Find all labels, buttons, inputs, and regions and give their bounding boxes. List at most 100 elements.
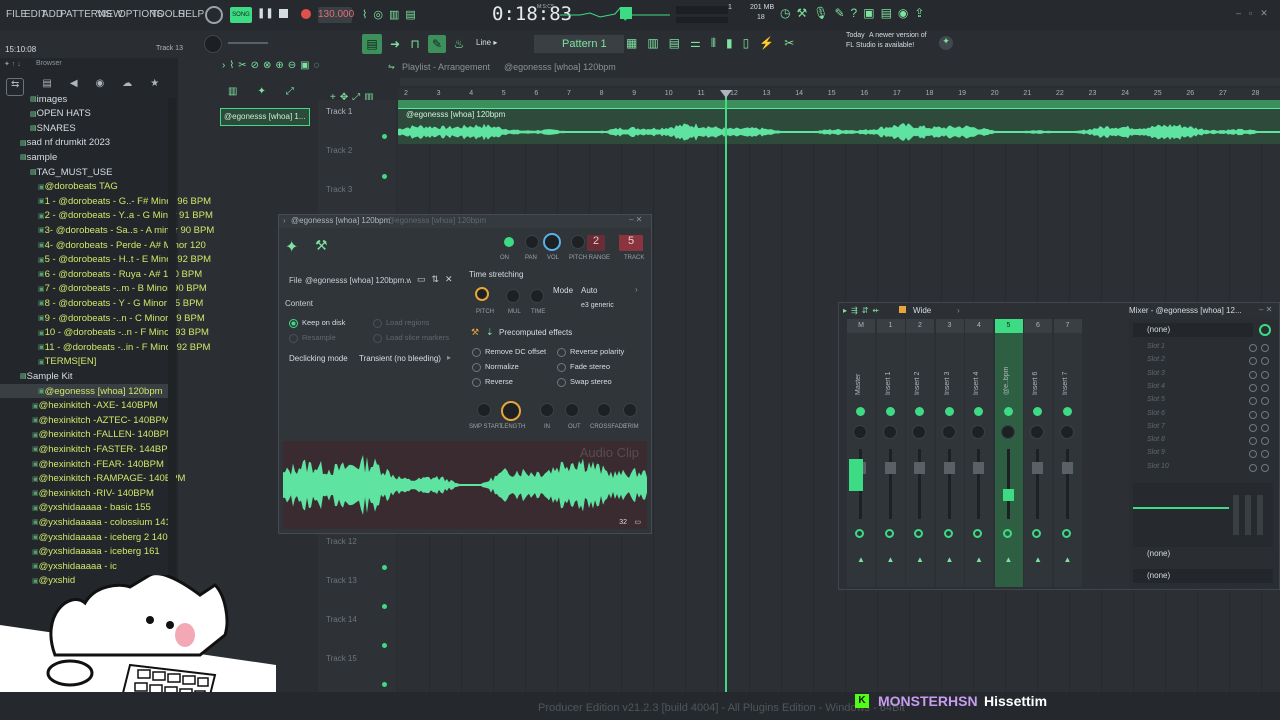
mode-arrow-icon[interactable]: › bbox=[635, 285, 638, 294]
mixer-fader[interactable] bbox=[1002, 489, 1014, 501]
slot-power-icon[interactable] bbox=[1249, 450, 1257, 459]
wrench-tab-icon[interactable]: ⚒ bbox=[315, 237, 328, 254]
arrow-icon[interactable]: ➜ bbox=[386, 35, 404, 53]
declick-select[interactable]: Transient (no bleeding) bbox=[359, 354, 441, 363]
mixer-strip-led[interactable] bbox=[915, 407, 924, 416]
slot-mix-knob-icon[interactable] bbox=[1261, 357, 1269, 366]
mixer-fx-slot[interactable]: Slot 3 bbox=[1133, 370, 1273, 382]
browser-file[interactable]: ▣ @yxshidaaaaa - iceberg 2 140 bbox=[0, 530, 168, 544]
mixer-view-icons[interactable]: ▸⇶⇵⇷ bbox=[843, 306, 883, 315]
master-volume-knob[interactable] bbox=[204, 35, 222, 53]
window-controls[interactable]: –▫✕ bbox=[1236, 8, 1276, 19]
mixer-pan-knob[interactable] bbox=[1059, 425, 1074, 439]
cpu-dial-icon[interactable] bbox=[205, 6, 223, 24]
mixer-fx-slot[interactable]: Slot 2 bbox=[1133, 356, 1273, 368]
track-2-led[interactable] bbox=[382, 174, 387, 179]
help-icon[interactable]: ? bbox=[851, 6, 858, 24]
slot-power-icon[interactable] bbox=[1249, 344, 1257, 352]
browser-file[interactable]: ▣ @hexinkitch -RAMPAGE- 140BPM bbox=[0, 472, 185, 486]
browser-file[interactable]: ▣ 1 - @dorobeats - G..- F# Minor 96 BPM bbox=[0, 194, 211, 208]
file-action-icons[interactable]: ▭⇅✕ bbox=[417, 274, 459, 285]
channel-on-led[interactable] bbox=[504, 237, 514, 247]
song-mode-toggle[interactable]: SONG bbox=[230, 7, 252, 23]
pan-knob[interactable] bbox=[525, 235, 539, 249]
chat-icon[interactable]: ◉ bbox=[898, 6, 908, 24]
master-pitch-slider[interactable] bbox=[228, 42, 268, 44]
mixer-pan-knob[interactable] bbox=[912, 425, 926, 439]
track-label-15[interactable]: Track 15 bbox=[326, 654, 357, 663]
browser-file[interactable]: ▣ @hexinkitch -AZTEC- 140BPM bbox=[0, 413, 170, 427]
mixer-fx-slot[interactable]: Slot 10 bbox=[1133, 463, 1273, 475]
record-icon[interactable] bbox=[301, 9, 311, 19]
mixer-fader[interactable] bbox=[973, 462, 984, 474]
mixer-fx-slot[interactable]: Slot 4 bbox=[1133, 383, 1273, 395]
mixer-pan-knob[interactable] bbox=[1030, 425, 1044, 439]
mixer-stereo-icon[interactable] bbox=[884, 529, 894, 538]
mixer-route-icon[interactable]: ▲ bbox=[887, 555, 895, 564]
wave-icon[interactable]: ✎ bbox=[834, 6, 844, 24]
slot-power-icon[interactable] bbox=[1249, 397, 1257, 406]
mixer-strip[interactable]: 1 Insert 1 ▲ bbox=[876, 319, 905, 587]
sampler-tab-icon[interactable]: ✦ bbox=[285, 237, 298, 257]
track-label-13[interactable]: Track 13 bbox=[326, 576, 357, 585]
slot-power-icon[interactable] bbox=[1249, 370, 1257, 379]
mixer-stereo-icon[interactable] bbox=[855, 529, 864, 538]
mixer-input-select[interactable]: (none) bbox=[1133, 323, 1253, 337]
mixer-fader[interactable] bbox=[884, 462, 896, 474]
zoom-icon[interactable]: ▭ bbox=[634, 518, 641, 526]
browser-folder[interactable]: ▤ sample bbox=[0, 150, 57, 164]
browser-file[interactable]: ▣ @egonesss [whoa] 120bpm bbox=[0, 384, 170, 398]
track-label-12[interactable]: Track 12 bbox=[326, 537, 357, 546]
track-12-led[interactable] bbox=[382, 565, 387, 570]
bell-icon[interactable]: ♨ bbox=[450, 35, 468, 53]
mixer-pan-knob[interactable] bbox=[941, 425, 956, 439]
mic-icon[interactable]: 🎙 bbox=[813, 6, 828, 24]
mixer-stereo-icon[interactable] bbox=[914, 529, 923, 538]
slot-mix-knob-icon[interactable] bbox=[1261, 437, 1269, 446]
stop-icon[interactable] bbox=[279, 9, 288, 18]
slot-mix-knob-icon[interactable] bbox=[1261, 397, 1269, 406]
slot-mix-knob-icon[interactable] bbox=[1261, 423, 1269, 432]
mixer-fader[interactable] bbox=[1032, 462, 1043, 474]
channel-close-icon[interactable]: – ✕ bbox=[629, 215, 642, 224]
playlist-arrows-icon[interactable]: ⇋ bbox=[388, 62, 395, 71]
length-knob[interactable] bbox=[501, 401, 521, 421]
pattern-tools-icons[interactable]: ⌇◎▥▤ bbox=[362, 8, 472, 22]
slot-power-icon[interactable] bbox=[1249, 423, 1257, 432]
picker-clip[interactable]: @egonesss [whoa] 1... bbox=[220, 108, 310, 126]
browser-folder[interactable]: ▤ OPEN HATS bbox=[0, 107, 91, 121]
mixer-strip[interactable]: 3 Insert 3 ▲ bbox=[935, 319, 964, 587]
playlist-button[interactable]: ▤ bbox=[362, 34, 382, 54]
browser-file[interactable]: ▣ 2 - @dorobeats - Y..a - G Minor 91 BPM bbox=[0, 209, 213, 223]
save-icon[interactable]: ▣ bbox=[863, 6, 874, 24]
volume-knob[interactable] bbox=[543, 233, 561, 251]
track-label-1[interactable]: Track 1 bbox=[326, 107, 352, 116]
mixer-stereo-icon[interactable] bbox=[943, 529, 953, 538]
mixer-strip-led[interactable] bbox=[1003, 407, 1013, 416]
mixer-route-icon[interactable]: ▲ bbox=[916, 555, 924, 564]
slot-mix-knob-icon[interactable] bbox=[1261, 450, 1269, 459]
pitch-knob[interactable] bbox=[571, 235, 585, 249]
mixer-pan-knob[interactable] bbox=[882, 425, 897, 439]
zoom-value[interactable]: 32 bbox=[619, 519, 627, 526]
crossfade-knob[interactable] bbox=[597, 403, 611, 417]
mixer-strip[interactable]: 6 Insert 6 ▲ bbox=[1024, 319, 1052, 587]
channel-titlebar[interactable]: › @egonesss [whoa] 120bpm @egonesss [who… bbox=[279, 215, 651, 228]
mixer-strip[interactable]: 2 Insert 2 ▲ bbox=[906, 319, 934, 587]
browser-folder[interactable]: ▤ TAG_MUST_USE bbox=[0, 165, 112, 179]
mixer-close-icon[interactable]: – ✕ bbox=[1259, 305, 1272, 314]
playhead-marker-icon[interactable] bbox=[720, 90, 732, 98]
browser-file[interactable]: ▣ 5 - @dorobeats - H..t - E Minor 92 BPM bbox=[0, 253, 211, 267]
in-knob[interactable] bbox=[540, 403, 554, 417]
mixer-output-select[interactable]: (none) bbox=[1133, 569, 1273, 583]
mixer-fx-slot[interactable]: Slot 7 bbox=[1133, 423, 1273, 435]
browser-file[interactable]: ▣ @yxshidaaaaa - ic bbox=[0, 559, 117, 573]
slot-power-icon[interactable] bbox=[1249, 357, 1257, 366]
mixer-pan-knob[interactable] bbox=[1000, 425, 1015, 439]
trim-knob[interactable] bbox=[623, 403, 637, 417]
mixer-fx-slot[interactable]: Slot 6 bbox=[1133, 410, 1273, 422]
reverse-polarity-check[interactable]: Reverse polarity bbox=[557, 347, 624, 357]
browser-file[interactable]: ▣ @hexinkitch -RIV- 140BPM bbox=[0, 486, 154, 500]
metronome-icon[interactable]: ◷ bbox=[780, 6, 790, 24]
mixer-pan-knob[interactable] bbox=[853, 425, 867, 439]
